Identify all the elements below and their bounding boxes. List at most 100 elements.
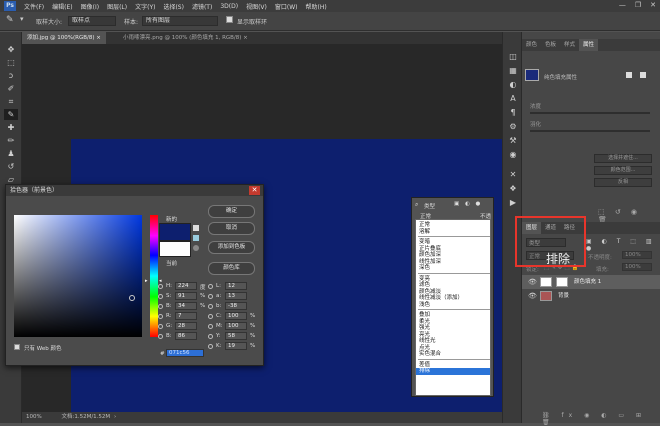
menu-window[interactable]: 窗口(W) [271, 2, 302, 11]
chevron-right-icon[interactable]: › [114, 414, 116, 420]
tool-presets-icon[interactable]: ⚒ [508, 136, 518, 146]
field-value[interactable]: 34 [175, 302, 197, 310]
chevron-down-icon[interactable]: ▾ [20, 15, 24, 23]
mode-radio[interactable] [158, 294, 163, 299]
web-safe-icon[interactable] [193, 235, 199, 241]
eyedropper-tool-icon[interactable]: ✎ [4, 109, 18, 120]
move-tool-icon[interactable]: ✥ [4, 44, 18, 55]
mode-radio[interactable] [158, 284, 163, 289]
brush-tool-icon[interactable]: ✏ [4, 135, 18, 146]
field-value[interactable]: 100 [225, 322, 247, 330]
menu-edit[interactable]: 编辑(E) [48, 2, 76, 11]
character-panel-icon[interactable]: A [508, 94, 518, 104]
marquee-tool-icon[interactable]: ⬚ [4, 57, 18, 68]
search-icon[interactable]: ⌕ [415, 201, 418, 209]
menu-image[interactable]: 图像(I) [77, 2, 103, 11]
field-value[interactable]: 28 [175, 322, 197, 330]
history-panel-icon[interactable]: ◫ [508, 52, 518, 62]
close-icon[interactable]: ✕ [249, 186, 260, 195]
menu-filter[interactable]: 滤镜(T) [188, 2, 216, 11]
blend-mode-item[interactable]: 溶解 [419, 229, 430, 236]
app-logo[interactable]: Ps [4, 1, 16, 11]
tab-styles[interactable]: 样式 [560, 39, 579, 51]
actions-panel-icon[interactable]: ▶ [508, 198, 518, 208]
tab-swatches[interactable]: 色板 [541, 39, 560, 51]
field-value[interactable]: -38 [225, 302, 247, 310]
restore-icon[interactable]: ❐ [635, 1, 641, 9]
mode-radio[interactable] [208, 324, 213, 329]
hue-arrow-left-icon[interactable]: ▸ [145, 278, 148, 284]
field-value[interactable]: 91 [175, 292, 197, 300]
mode-radio[interactable] [158, 314, 163, 319]
tab-document-2[interactable]: 小雨嗦漂亮.png @ 100% (颜色填充 1, RGB/8) × [118, 32, 253, 44]
mode-radio[interactable] [208, 344, 213, 349]
current-color-swatch[interactable] [159, 241, 191, 257]
blend-mode-item[interactable]: 深色 [419, 265, 430, 272]
menu-select[interactable]: 选择(S) [159, 2, 188, 11]
hex-input[interactable]: 071c56 [166, 349, 204, 357]
clone-source-icon[interactable]: ✕ [508, 170, 518, 180]
minimize-icon[interactable]: — [619, 1, 626, 9]
paragraph-panel-icon[interactable]: ¶ [508, 108, 518, 118]
eyedropper-preset-icon[interactable]: ✎ [6, 15, 14, 25]
show-ring-checkbox[interactable] [226, 16, 233, 23]
eye-icon[interactable]: 👁 [528, 289, 537, 303]
opacity-field[interactable]: 100% [622, 251, 652, 259]
tab-color[interactable]: 颜色 [522, 39, 541, 51]
close-window-icon[interactable]: ✕ [650, 1, 656, 9]
menu-view[interactable]: 视图(V) [242, 2, 271, 11]
menu-help[interactable]: 帮助(H) [302, 2, 331, 11]
mode-radio[interactable] [208, 334, 213, 339]
healing-brush-tool-icon[interactable]: ✚ [4, 122, 18, 133]
gamut-warning-icon[interactable] [193, 225, 199, 231]
mask-panel-icon[interactable]: ◉ [508, 150, 518, 160]
brush-settings-icon[interactable]: ⚙ [508, 122, 518, 132]
select-mask-button[interactable]: 选择并遮住... [594, 154, 652, 163]
invert-button[interactable]: 反相 [594, 178, 652, 187]
crop-tool-icon[interactable]: ⌗ [4, 96, 18, 107]
sample-select[interactable]: 所有图层 [142, 16, 218, 26]
fill-field[interactable]: 100% [622, 263, 652, 271]
menu-type[interactable]: 文字(Y) [131, 2, 159, 11]
ok-button[interactable]: 确定 [208, 205, 255, 218]
mode-radio[interactable] [158, 334, 163, 339]
color-selector-ring[interactable] [129, 295, 135, 301]
blend-filter-icons[interactable]: ▣ ◐ ● [454, 201, 482, 207]
vector-mask-icon[interactable] [640, 72, 646, 78]
swatches-panel-icon[interactable]: ▦ [508, 66, 518, 76]
eye-icon[interactable]: 👁 [528, 275, 537, 289]
menu-3d[interactable]: 3D(D) [216, 3, 242, 10]
mode-radio[interactable] [208, 304, 213, 309]
3d-panel-icon[interactable]: ❖ [508, 184, 518, 194]
blend-mode-item[interactable]: 实色混合 [419, 351, 441, 358]
layer-filter-icons[interactable]: ▣ ◐ T ⬚ ▥ ● [586, 238, 660, 252]
pixel-mask-icon[interactable] [626, 72, 632, 78]
hue-slider[interactable] [150, 215, 158, 337]
field-value[interactable]: 12 [225, 282, 247, 290]
field-value[interactable]: 13 [225, 292, 247, 300]
blend-mode-item[interactable]: 浅色 [419, 302, 430, 309]
layers-footer-icons[interactable]: ⛓ fx ◉ ◐ ▭ ⊞ 🗑 [542, 412, 660, 426]
blend-mode-item[interactable]: 排除 [416, 368, 490, 375]
field-value[interactable]: 224 [175, 282, 197, 290]
color-range-button[interactable]: 颜色范围... [594, 166, 652, 175]
field-value[interactable]: 58 [225, 332, 247, 340]
field-value[interactable]: 86 [175, 332, 197, 340]
zoom-level[interactable]: 100% [26, 414, 42, 420]
clone-stamp-tool-icon[interactable]: ♟ [4, 148, 18, 159]
layer-row-background[interactable]: 👁 背景 [522, 289, 660, 303]
lasso-tool-icon[interactable]: ↄ [4, 70, 18, 81]
mode-radio[interactable] [208, 294, 213, 299]
web-only-checkbox[interactable] [14, 344, 20, 350]
mode-radio[interactable] [208, 314, 213, 319]
add-swatch-button[interactable]: 添加到色板 [208, 241, 255, 254]
field-value[interactable]: 19 [225, 342, 247, 350]
color-libraries-button[interactable]: 颜色库 [208, 262, 255, 275]
field-value[interactable]: 7 [175, 312, 197, 320]
field-value[interactable]: 100 [225, 312, 247, 320]
menu-layer[interactable]: 图层(L) [103, 2, 131, 11]
history-brush-tool-icon[interactable]: ↺ [4, 161, 18, 172]
saturation-brightness-field[interactable] [14, 215, 142, 337]
mode-radio[interactable] [158, 304, 163, 309]
sample-size-select[interactable]: 取样点 [68, 16, 116, 26]
